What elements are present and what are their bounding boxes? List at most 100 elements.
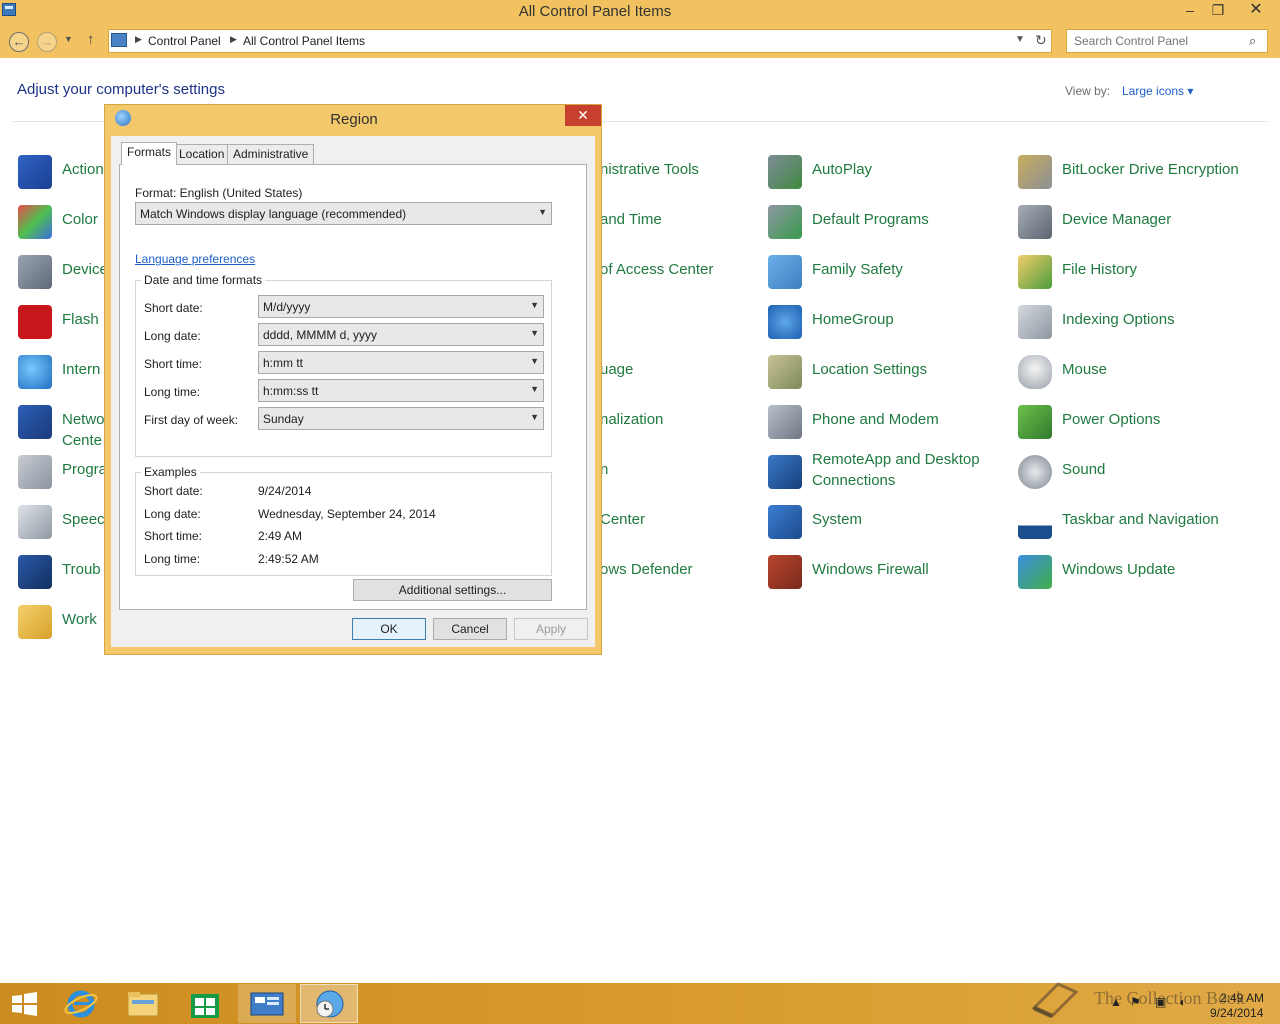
action-center-flag-icon[interactable]: ⚑ bbox=[1130, 995, 1141, 1009]
clock-date[interactable]: 9/24/2014 bbox=[1210, 1006, 1263, 1020]
short-time-dropdown[interactable]: h:mm tt ▼ bbox=[258, 351, 544, 374]
tab-formats[interactable]: Formats bbox=[121, 142, 178, 165]
search-box[interactable]: ⌕ bbox=[1066, 29, 1268, 53]
cp-item-color-management[interactable]: Color bbox=[18, 203, 108, 247]
cp-item-label: Intern bbox=[62, 361, 101, 378]
cp-item-speech-recognition[interactable]: Speec bbox=[18, 503, 108, 547]
maximize-button[interactable]: ❐ bbox=[1204, 0, 1232, 22]
cp-item-date-and-time[interactable]: and Time bbox=[600, 209, 662, 230]
cp-item-device-manager[interactable]: Device Manager bbox=[1018, 203, 1268, 247]
cp-item-devices-printers[interactable]: Device bbox=[18, 253, 108, 297]
cp-item-ease-of-access[interactable]: of Access Center bbox=[600, 259, 713, 280]
taskbar-region[interactable] bbox=[300, 984, 358, 1023]
long-date-dropdown[interactable]: dddd, MMMM d, yyyy ▼ bbox=[258, 323, 544, 346]
phone-icon bbox=[768, 405, 802, 439]
cp-item-label: Device bbox=[62, 261, 108, 278]
cp-item-taskbar-navigation[interactable]: Taskbar and Navigation bbox=[1018, 503, 1268, 547]
recent-locations-dropdown[interactable]: ▼ bbox=[64, 34, 73, 44]
cancel-button[interactable]: Cancel bbox=[433, 618, 507, 640]
cp-item-work-folders[interactable]: Work bbox=[18, 603, 108, 647]
taskbar-file-explorer[interactable] bbox=[114, 984, 172, 1023]
address-dropdown-button[interactable]: ▼ bbox=[1015, 34, 1025, 45]
cp-item-mouse[interactable]: Mouse bbox=[1018, 353, 1268, 397]
cp-item-sync-center[interactable]: Center bbox=[600, 509, 645, 530]
store-icon bbox=[191, 994, 219, 1018]
autoplay-icon bbox=[768, 155, 802, 189]
cp-item-indexing-options[interactable]: Indexing Options bbox=[1018, 303, 1268, 347]
date-time-formats-title: Date and time formats bbox=[141, 273, 266, 287]
dialog-close-button[interactable]: ✕ bbox=[565, 105, 601, 126]
cp-item-administrative-tools[interactable]: nistrative Tools bbox=[600, 159, 699, 180]
cp-item-programs-features[interactable]: Progra bbox=[18, 453, 108, 497]
short-date-dropdown[interactable]: M/d/yyyy ▼ bbox=[258, 295, 544, 318]
cp-item-personalization[interactable]: nalization bbox=[600, 409, 663, 430]
volume-icon[interactable]: ◖ bbox=[1178, 995, 1185, 1009]
forward-button[interactable]: → bbox=[37, 32, 57, 52]
cp-item-power-options[interactable]: Power Options bbox=[1018, 403, 1268, 447]
cp-item-internet-options[interactable]: Intern bbox=[18, 353, 108, 397]
up-button[interactable]: ↑ bbox=[87, 31, 95, 48]
minimize-button[interactable]: – bbox=[1176, 0, 1204, 22]
language-preferences-link[interactable]: Language preferences bbox=[135, 252, 255, 266]
start-button[interactable] bbox=[0, 984, 50, 1023]
cp-item-language[interactable]: uage bbox=[600, 359, 633, 380]
book-logo bbox=[1031, 982, 1079, 1018]
cp-item-windows-defender[interactable]: ows Defender bbox=[600, 559, 693, 580]
first-day-label: First day of week: bbox=[144, 413, 239, 427]
chevron-right-icon[interactable]: ▶ bbox=[135, 34, 142, 45]
cp-item-file-history[interactable]: File History bbox=[1018, 253, 1268, 297]
close-window-button[interactable]: ✕ bbox=[1236, 0, 1276, 22]
cp-item-location-settings[interactable]: Location Settings bbox=[768, 353, 998, 397]
cp-item-homegroup[interactable]: HomeGroup bbox=[768, 303, 998, 347]
breadcrumb-all-items[interactable]: All Control Panel Items bbox=[243, 34, 365, 48]
mouse-icon bbox=[1018, 355, 1052, 389]
first-day-dropdown[interactable]: Sunday ▼ bbox=[258, 407, 544, 430]
cp-item-windows-update[interactable]: Windows Update bbox=[1018, 553, 1268, 597]
region-dialog: Region ✕ Formats Location Administrative… bbox=[104, 104, 602, 655]
cp-item-troubleshooting[interactable]: Troub bbox=[18, 553, 108, 597]
cp-item-default-programs[interactable]: Default Programs bbox=[768, 203, 998, 247]
clock-time[interactable]: 2:49 AM bbox=[1220, 991, 1264, 1005]
tab-location[interactable]: Location bbox=[173, 144, 231, 164]
taskbar-control-panel[interactable] bbox=[238, 984, 296, 1023]
cp-item-autoplay[interactable]: AutoPlay bbox=[768, 153, 998, 197]
chevron-right-icon[interactable]: ▶ bbox=[230, 34, 237, 45]
address-bar[interactable]: ▶ Control Panel ▶ All Control Panel Item… bbox=[108, 29, 1052, 53]
additional-settings-button[interactable]: Additional settings... bbox=[353, 579, 552, 601]
cp-item-label: Flash bbox=[62, 311, 99, 328]
apply-button[interactable]: Apply bbox=[514, 618, 588, 640]
cp-item-remoteapp[interactable]: RemoteApp and Desktop Connections bbox=[768, 443, 998, 493]
breadcrumb-control-panel[interactable]: Control Panel bbox=[148, 34, 221, 48]
cp-item-network-sharing[interactable]: Netwo Cente bbox=[18, 403, 108, 449]
chevron-down-icon: ▼ bbox=[530, 328, 539, 338]
taskbar-internet-explorer[interactable] bbox=[52, 984, 110, 1023]
chevron-down-icon: ▼ bbox=[530, 356, 539, 366]
long-time-label: Long time: bbox=[144, 385, 201, 399]
cp-item-action-center[interactable]: Action bbox=[18, 153, 108, 197]
refresh-icon[interactable]: ↻ bbox=[1035, 32, 1047, 49]
format-dropdown[interactable]: Match Windows display language (recommen… bbox=[135, 202, 552, 225]
cp-item-system[interactable]: System bbox=[768, 503, 998, 547]
cp-item-label: Sound bbox=[1062, 461, 1106, 478]
cp-item-family-safety[interactable]: Family Safety bbox=[768, 253, 998, 297]
tab-administrative[interactable]: Administrative bbox=[227, 144, 315, 164]
device-manager-icon bbox=[1018, 205, 1052, 239]
network-icon[interactable]: ▣ bbox=[1155, 995, 1166, 1009]
show-hidden-icons-button[interactable]: ▲ bbox=[1110, 995, 1122, 1009]
view-by-dropdown[interactable]: Large icons ▾ bbox=[1122, 84, 1193, 98]
format-label: Format: English (United States) bbox=[135, 186, 303, 200]
firewall-icon bbox=[768, 555, 802, 589]
cp-item-label: Progra bbox=[62, 461, 108, 478]
cp-item-phone-modem[interactable]: Phone and Modem bbox=[768, 403, 998, 447]
cp-item-flash-player[interactable]: Flash bbox=[18, 303, 108, 347]
back-button[interactable]: ← bbox=[9, 32, 29, 52]
taskbar-store[interactable] bbox=[176, 984, 234, 1023]
long-time-dropdown[interactable]: h:mm:ss tt ▼ bbox=[258, 379, 544, 402]
search-input[interactable] bbox=[1074, 34, 1244, 48]
cp-item-bitlocker[interactable]: BitLocker Drive Encryption bbox=[1018, 153, 1268, 197]
cp-item-windows-firewall[interactable]: Windows Firewall bbox=[768, 553, 998, 597]
microphone-icon bbox=[18, 505, 52, 539]
search-icon[interactable]: ⌕ bbox=[1249, 33, 1256, 49]
cp-item-sound[interactable]: Sound bbox=[1018, 453, 1268, 497]
ok-button[interactable]: OK bbox=[352, 618, 426, 640]
